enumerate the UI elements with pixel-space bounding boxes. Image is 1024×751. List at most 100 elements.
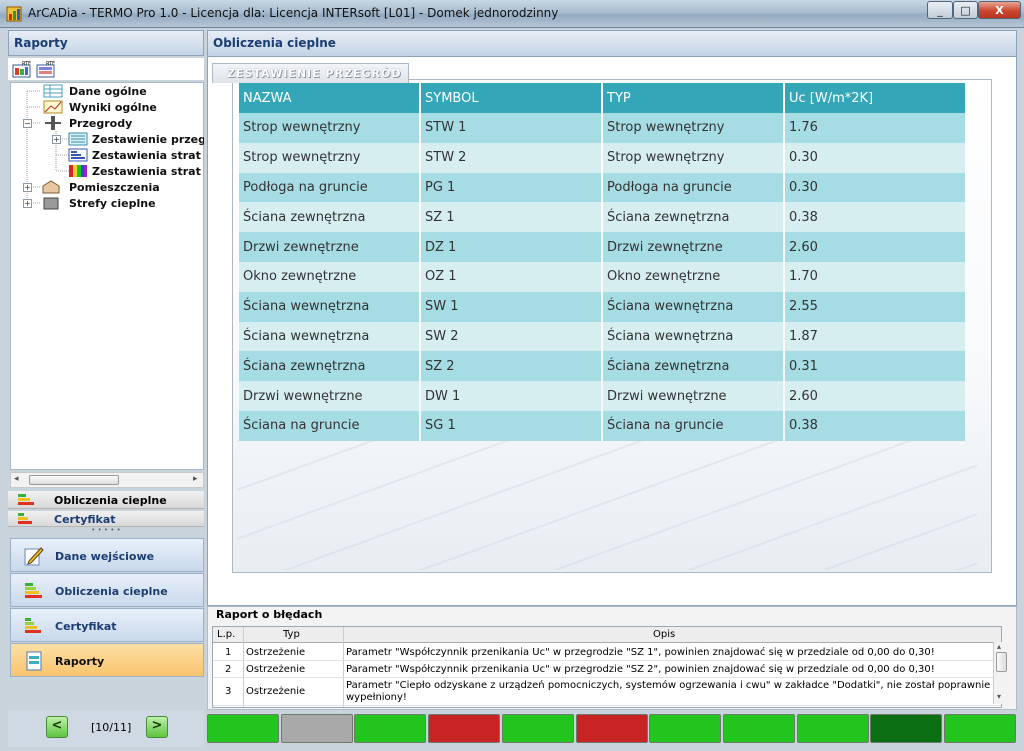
col-header-nazwa[interactable]: NAZWA bbox=[239, 83, 419, 113]
error-col-opis[interactable]: Opis bbox=[653, 629, 675, 640]
cell-typ: Ściana na gruncie bbox=[603, 410, 783, 441]
scroll-right-icon[interactable]: ▸ bbox=[193, 474, 198, 484]
cell-nazwa: Ściana na gruncie bbox=[239, 410, 419, 441]
tree-item-zestawienie-przegrod[interactable]: + Zestawienie przegr bbox=[52, 132, 204, 148]
collapse-icon[interactable]: − bbox=[23, 119, 32, 128]
error-table: L.p. Typ Opis 1 Ostrzeżenie Parametr "Ws… bbox=[212, 626, 1002, 708]
close-button[interactable]: X bbox=[978, 1, 1021, 19]
status-block[interactable] bbox=[796, 714, 869, 743]
tree-horizontal-scrollbar[interactable]: ◂ ▸ bbox=[10, 472, 204, 488]
nav-small-obliczenia[interactable]: Obliczenia cieplne bbox=[8, 491, 204, 509]
maximize-button[interactable]: □ bbox=[953, 1, 978, 19]
status-block[interactable] bbox=[575, 714, 648, 743]
page-indicator: [10/11] bbox=[91, 721, 132, 734]
bars-icon bbox=[68, 148, 88, 162]
cell-nazwa: Strop wewnętrzny bbox=[239, 142, 419, 173]
status-block[interactable] bbox=[428, 714, 501, 743]
cell-uc: 1.76 bbox=[785, 113, 965, 143]
scroll-down-icon[interactable]: ▾ bbox=[997, 692, 1001, 701]
status-block[interactable] bbox=[870, 714, 943, 743]
col-header-typ[interactable]: TYP bbox=[603, 83, 783, 113]
app-icon bbox=[6, 6, 22, 22]
cell-nazwa: Strop wewnętrzny bbox=[239, 113, 419, 143]
cell-typ: Ściana zewnętrzna bbox=[603, 351, 783, 382]
table-row[interactable]: Drzwi zewnętrzne DZ 1 Drzwi zewnętrzne 2.60 bbox=[239, 232, 965, 262]
tree-item-zestawienia-strat-2[interactable]: Zestawienia strat p bbox=[68, 164, 204, 180]
status-block[interactable] bbox=[501, 714, 574, 743]
tree-item-strefy-cieplne[interactable]: + Strefy cieplne bbox=[23, 196, 203, 212]
tree-item-wyniki-ogolne[interactable]: Wyniki ogólne bbox=[43, 100, 203, 116]
col-header-uc[interactable]: Uc [W/m*2K] bbox=[785, 83, 965, 113]
room-icon bbox=[42, 180, 60, 194]
nav-obliczenia-cieplne[interactable]: Obliczenia cieplne bbox=[10, 573, 204, 607]
cell-symbol: DW 1 bbox=[421, 381, 601, 411]
heat-calc-icon bbox=[25, 583, 42, 598]
nav-certyfikat[interactable]: Certyfikat bbox=[10, 608, 204, 642]
expand-icon[interactable]: + bbox=[23, 183, 32, 192]
status-block[interactable] bbox=[280, 714, 353, 743]
cell-typ: Drzwi zewnętrzne bbox=[603, 232, 783, 262]
error-row[interactable]: 3 Ostrzeżenie Parametr "Ciepło odzyskane… bbox=[213, 678, 1001, 706]
cell-uc: 2.55 bbox=[785, 291, 965, 322]
table-row[interactable]: Ściana zewnętrzna SZ 1 Ściana zewnętrzna 0.… bbox=[239, 202, 965, 233]
status-block[interactable] bbox=[207, 714, 279, 743]
table-body: Strop wewnętrzny STW 1 Strop wewnętrzny 1.7… bbox=[239, 113, 965, 441]
table-row[interactable]: Podłoga na gruncie PG 1 Podłoga na gruncie… bbox=[239, 172, 965, 203]
scroll-up-icon[interactable]: ▴ bbox=[997, 642, 1001, 651]
table-row[interactable]: Strop wewnętrzny STW 1 Strop wewnętrzny 1.7… bbox=[239, 113, 965, 143]
nav-small-certyfikat[interactable]: Certyfikat bbox=[8, 511, 204, 527]
minimize-button[interactable]: _ bbox=[927, 1, 953, 19]
scroll-thumb[interactable] bbox=[996, 652, 1007, 672]
error-vertical-scrollbar[interactable]: ▴ ▾ bbox=[993, 642, 1009, 704]
chart-icon bbox=[43, 100, 63, 114]
report-toolbar: RTF RTF bbox=[8, 58, 204, 80]
status-block[interactable] bbox=[649, 714, 722, 743]
cell-uc: 1.87 bbox=[785, 321, 965, 352]
main-panel-header: Obliczenia cieplne bbox=[208, 31, 1016, 57]
cell-nazwa: Drzwi zewnętrzne bbox=[239, 232, 419, 262]
scroll-thumb[interactable] bbox=[29, 475, 119, 485]
rtf-export-all-icon[interactable]: RTF bbox=[36, 60, 56, 78]
tree-item-przegrody[interactable]: − Przegrody bbox=[23, 116, 203, 132]
cell-typ: Strop wewnętrzny bbox=[603, 142, 783, 173]
expand-icon[interactable]: + bbox=[23, 199, 32, 208]
cell-uc: 0.31 bbox=[785, 351, 965, 382]
expand-icon[interactable]: + bbox=[52, 135, 61, 144]
status-block[interactable] bbox=[722, 714, 795, 743]
table-row[interactable]: Ściana wewnętrzna SW 2 Ściana wewnętrzna 1.… bbox=[239, 321, 965, 352]
rtf-export-icon[interactable]: RTF bbox=[12, 60, 32, 78]
error-report-title: Raport o błędach bbox=[216, 608, 323, 621]
energy-label-icon bbox=[25, 618, 41, 633]
title-bar: ArCADia - TERMO Pro 1.0 - Licencja dla: … bbox=[0, 0, 1024, 28]
table-row[interactable]: Ściana wewnętrzna SW 1 Ściana wewnętrzna 2.… bbox=[239, 291, 965, 322]
table-row[interactable]: Strop wewnętrzny STW 2 Strop wewnętrzny 0.3… bbox=[239, 142, 965, 173]
pencil-icon bbox=[24, 547, 44, 566]
status-block[interactable] bbox=[944, 714, 1016, 743]
cell-symbol: STW 1 bbox=[421, 113, 601, 143]
col-header-symbol[interactable]: SYMBOL bbox=[421, 83, 601, 113]
cell-symbol: SW 1 bbox=[421, 291, 601, 322]
cell-typ: Drzwi wewnętrzne bbox=[603, 381, 783, 411]
cell-uc: 0.38 bbox=[785, 202, 965, 233]
color-map-icon bbox=[69, 165, 87, 177]
error-row[interactable]: 2 Ostrzeżenie Parametr "Współczynnik prz… bbox=[213, 661, 1001, 678]
tree-item-zestawienia-strat-1[interactable]: Zestawienia strat p bbox=[68, 148, 204, 164]
prev-page-button[interactable]: < bbox=[46, 716, 68, 738]
status-block[interactable] bbox=[354, 714, 427, 743]
nav-raporty[interactable]: Raporty bbox=[10, 643, 204, 677]
cell-symbol: STW 2 bbox=[421, 142, 601, 173]
nav-dane-wejsciowe[interactable]: Dane wejściowe bbox=[10, 538, 204, 572]
table-row[interactable]: Ściana zewnętrzna SZ 2 Ściana zewnętrzna 0.… bbox=[239, 351, 965, 382]
splitter-handle[interactable]: • • • • • bbox=[8, 527, 204, 535]
tree-item-pomieszczenia[interactable]: + Pomieszczenia bbox=[23, 180, 203, 196]
tree-item-dane-ogolne[interactable]: Dane ogólne bbox=[43, 84, 203, 100]
next-page-button[interactable]: > bbox=[146, 716, 168, 738]
error-col-lp[interactable]: L.p. bbox=[217, 629, 235, 640]
table-row[interactable]: Ściana na gruncie SG 1 Ściana na gruncie 0.… bbox=[239, 410, 965, 441]
error-col-typ[interactable]: Typ bbox=[283, 629, 300, 640]
cell-typ: Podłoga na gruncie bbox=[603, 172, 783, 203]
table-row[interactable]: Okno zewnętrzne OZ 1 Okno zewnętrzne 1.70 bbox=[239, 261, 965, 292]
table-row[interactable]: Drzwi wewnętrzne DW 1 Drzwi wewnętrzne 2.60 bbox=[239, 381, 965, 411]
scroll-left-icon[interactable]: ◂ bbox=[14, 474, 19, 484]
error-row[interactable]: 1 Ostrzeżenie Parametr "Współczynnik prz… bbox=[213, 644, 1001, 661]
